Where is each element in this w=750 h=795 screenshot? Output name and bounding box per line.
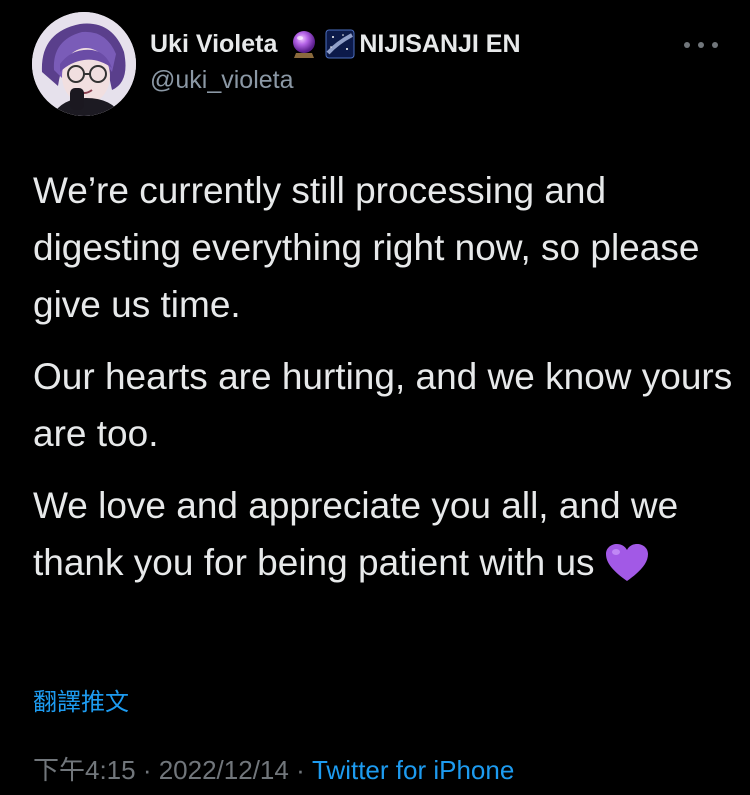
- meta-separator: ·: [135, 755, 159, 785]
- user-handle[interactable]: @uki_violeta: [150, 66, 670, 95]
- tweet-source-link[interactable]: Twitter for iPhone: [312, 755, 514, 785]
- tweet-paragraph-1: We’re currently still processing and dig…: [33, 170, 700, 325]
- translate-tweet-link[interactable]: 翻譯推文: [33, 682, 129, 717]
- tweet-paragraph-3: We love and appreciate you all, and we t…: [33, 477, 733, 591]
- milky-way-icon: [325, 29, 355, 59]
- tweet-header: Uki Violeta NIJISANJI EN @uki_violeta: [32, 12, 722, 116]
- name-line: Uki Violeta NIJISANJI EN: [150, 26, 670, 62]
- crystal-ball-icon: [289, 29, 319, 59]
- user-name-block: Uki Violeta NIJISANJI EN @uki_violeta: [150, 26, 670, 95]
- tweet-meta: 下午4:15 · 2022/12/14 · Twitter for iPhone: [33, 750, 514, 787]
- purple-heart-icon: [605, 542, 649, 582]
- affiliation-label: NIJISANJI EN: [359, 29, 521, 58]
- display-name[interactable]: Uki Violeta: [150, 30, 277, 59]
- tweet-paragraph-2: Our hearts are hurting, and we know your…: [33, 356, 733, 454]
- meta-separator: ·: [288, 755, 312, 785]
- tweet-card: Uki Violeta NIJISANJI EN @uki_violeta We…: [0, 0, 750, 795]
- tweet-time[interactable]: 下午4:15: [33, 755, 136, 785]
- tweet-paragraph-3-text: We love and appreciate you all, and we t…: [33, 485, 679, 583]
- more-options-icon[interactable]: [684, 40, 718, 50]
- avatar[interactable]: [32, 12, 136, 116]
- tweet-date[interactable]: 2022/12/14: [159, 755, 289, 785]
- tweet-text: We’re currently still processing and dig…: [33, 162, 733, 606]
